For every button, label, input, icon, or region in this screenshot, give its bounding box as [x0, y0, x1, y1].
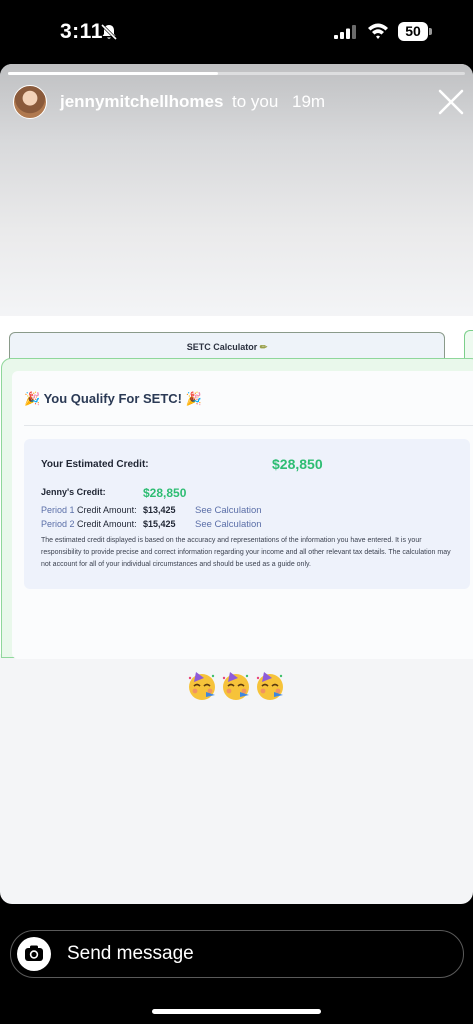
partying-face-icon: [222, 672, 249, 700]
story-username[interactable]: jennymitchellhomes: [60, 92, 223, 112]
status-bar: 3:11 50: [0, 0, 473, 62]
estimated-credit-label: Your Estimated Credit:: [41, 459, 149, 470]
camera-icon: [25, 945, 43, 961]
party-popper-icon: 🎉: [185, 391, 202, 406]
period-2-credit-label: Credit Amount:: [77, 519, 137, 529]
bell-off-icon: [100, 23, 118, 41]
story-viewer[interactable]: jennymitchellhomes to you 19m SETC Calcu…: [0, 64, 473, 904]
story-progress-fill: [8, 72, 219, 75]
home-indicator[interactable]: [152, 1009, 321, 1014]
period-1-label: Period 1: [41, 505, 75, 515]
status-time: 3:11: [60, 20, 103, 43]
result-card: 🎉 You Qualify For SETC! 🎉 Your Estimated…: [12, 371, 473, 659]
signal-icon: [334, 25, 356, 39]
send-message-field[interactable]: Send message: [10, 930, 464, 978]
qualify-text: You Qualify For SETC!: [43, 391, 183, 406]
story-recipient: to you: [232, 92, 279, 111]
partying-face-icon: [256, 672, 283, 700]
period-2-label: Period 2: [41, 519, 75, 529]
period-2-see-calculation-link[interactable]: See Calculation: [195, 519, 262, 530]
period-1-amount: $13,425: [143, 505, 176, 515]
jenny-credit-value: $28,850: [143, 486, 187, 500]
camera-button[interactable]: [17, 937, 51, 971]
period-1-credit-label: Credit Amount:: [77, 505, 137, 515]
story-progress-bar: [8, 72, 465, 75]
divider: [24, 425, 473, 426]
wifi-icon: [368, 23, 388, 39]
battery-icon: 50: [398, 22, 432, 41]
calculator-screenshot: SETC Calculator ✏ 🎉 You Qualify For SETC…: [0, 316, 473, 659]
party-popper-icon: 🎉: [24, 391, 41, 406]
jenny-credit-label: Jenny's Credit:: [41, 487, 106, 497]
story-header-area: jennymitchellhomes to you 19m: [0, 64, 473, 320]
period-2-row: Period 2 Credit Amount:: [41, 519, 137, 529]
tab-label: SETC Calculator: [186, 342, 258, 352]
pencil-icon: ✏: [259, 342, 268, 352]
partying-face-icon: [188, 672, 215, 700]
credit-summary: Your Estimated Credit: $28,850 Jenny's C…: [24, 439, 470, 589]
story-time-ago: 19m: [292, 92, 326, 111]
estimated-credit-value: $28,850: [272, 456, 323, 472]
disclaimer-text: The estimated credit displayed is based …: [41, 537, 451, 568]
period-1-see-calculation-link[interactable]: See Calculation: [195, 505, 262, 516]
avatar[interactable]: [13, 85, 47, 119]
qualify-heading: 🎉 You Qualify For SETC! 🎉: [24, 391, 202, 407]
send-message-placeholder[interactable]: Send message: [67, 943, 194, 965]
period-1-row: Period 1 Credit Amount:: [41, 505, 137, 515]
close-icon[interactable]: [437, 88, 465, 116]
battery-level: 50: [398, 22, 428, 41]
period-2-amount: $15,425: [143, 519, 176, 529]
